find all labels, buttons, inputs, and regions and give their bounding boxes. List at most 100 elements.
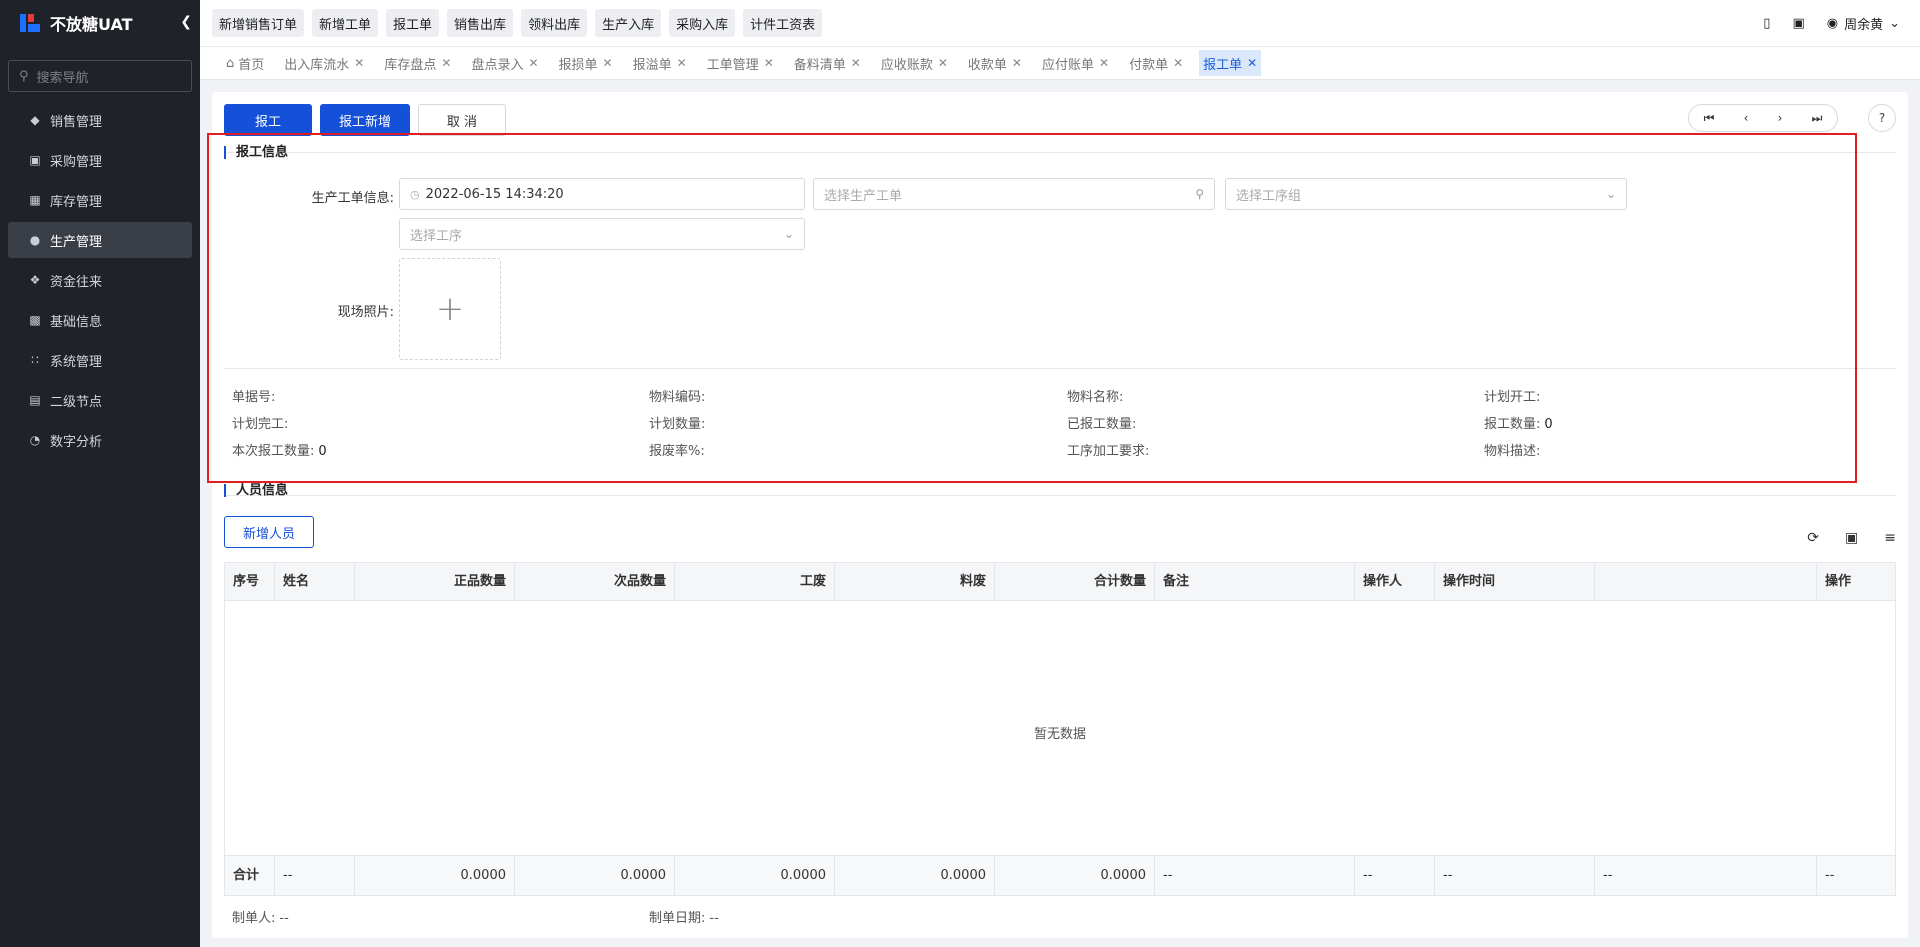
sidebar-item-production[interactable]: ● 生产管理 <box>8 222 192 258</box>
grid-icon: ▩ <box>29 313 41 327</box>
prev-record-icon[interactable]: ‹ <box>1744 111 1749 125</box>
table-totals-row: 合计 -- 0.0000 0.0000 0.0000 0.0000 0.0000… <box>225 855 1895 896</box>
info-current-report-qty: 本次报工数量: 0 <box>232 444 327 459</box>
datetime-field[interactable]: ◷ 2022-06-15 14:34:20 <box>399 178 805 210</box>
datetime-value: 2022-06-15 14:34:20 <box>425 186 564 202</box>
total-operator: -- <box>1355 856 1435 896</box>
close-icon[interactable]: ✕ <box>1012 56 1022 70</box>
sidebar-item-inventory[interactable]: ▦ 库存管理 <box>8 182 192 218</box>
report-button[interactable]: 报工 <box>224 104 312 136</box>
close-icon[interactable]: ✕ <box>1173 56 1183 70</box>
quick-link-new-work-order[interactable]: 新增工单 <box>312 9 379 37</box>
sidebar-item-system[interactable]: ∷ 系统管理 <box>8 342 192 378</box>
refresh-icon[interactable]: ⟳ <box>1807 530 1819 546</box>
divider <box>224 152 1896 153</box>
tab-receivables[interactable]: 应收账款 ✕ <box>877 50 952 76</box>
tab-loss-report[interactable]: 报损单 ✕ <box>555 50 617 76</box>
sidebar-item-funds[interactable]: ❖ 资金往来 <box>8 262 192 298</box>
tab-stock-flow[interactable]: 出入库流水 ✕ <box>280 50 368 76</box>
fullscreen-icon[interactable]: ▣ <box>1845 530 1858 546</box>
sidebar-item-purchase[interactable]: ▣ 采购管理 <box>8 142 192 178</box>
total-sum-qty: 0.0000 <box>995 856 1155 896</box>
info-scrap-rate: 报废率%: <box>649 444 705 459</box>
sidebar-item-analytics[interactable]: ◔ 数字分析 <box>8 422 192 458</box>
close-icon[interactable]: ✕ <box>938 56 948 70</box>
nav-search-input[interactable]: ⚲ 搜索导航 <box>8 60 192 92</box>
close-icon[interactable]: ✕ <box>1099 56 1109 70</box>
tab-label: 首页 <box>238 57 265 73</box>
tab-payment[interactable]: 付款单 ✕ <box>1125 50 1187 76</box>
mobile-icon[interactable]: ▯ <box>1763 16 1770 31</box>
tab-material-list[interactable]: 备料清单 ✕ <box>790 50 865 76</box>
process-placeholder: 选择工序 <box>410 228 463 244</box>
plus-icon: + <box>435 289 465 329</box>
creator-info: 制单人: -- <box>232 911 289 926</box>
sidebar-item-sales[interactable]: ◆ 销售管理 <box>8 102 192 138</box>
col-work-scrap: 工废 <box>675 563 835 601</box>
close-icon[interactable]: ✕ <box>528 56 538 70</box>
quick-link-sales-outbound[interactable]: 销售出库 <box>447 9 514 37</box>
info-planned-start: 计划开工: <box>1484 390 1541 405</box>
close-icon[interactable]: ✕ <box>764 56 774 70</box>
column-settings-icon[interactable]: ≡ <box>1884 530 1896 546</box>
tab-label: 付款单 <box>1129 57 1169 73</box>
tab-receipt[interactable]: 收款单 ✕ <box>964 50 1026 76</box>
tab-payables[interactable]: 应付账单 ✕ <box>1038 50 1113 76</box>
close-icon[interactable]: ✕ <box>354 56 364 70</box>
screen-icon[interactable]: ▣ <box>1792 16 1804 31</box>
brand-logo-icon <box>20 12 42 34</box>
add-personnel-button[interactable]: 新增人员 <box>224 516 314 548</box>
last-record-icon[interactable]: ⏭ <box>1812 111 1823 126</box>
close-icon[interactable]: ✕ <box>603 56 613 70</box>
report-new-button[interactable]: 报工新增 <box>320 104 410 136</box>
total-action: -- <box>1825 868 1835 883</box>
tab-work-report[interactable]: 报工单 ✕ <box>1199 50 1262 76</box>
tab-label: 盘点录入 <box>471 57 524 73</box>
tab-stock-count[interactable]: 库存盘点 ✕ <box>380 50 455 76</box>
quick-link-piece-wage[interactable]: 计件工资表 <box>743 9 823 37</box>
tab-label: 报工单 <box>1203 57 1243 73</box>
quick-link-report-order[interactable]: 报工单 <box>386 9 440 37</box>
help-icon[interactable]: ? <box>1868 104 1896 132</box>
sidebar-item-label: 系统管理 <box>50 354 103 370</box>
user-menu[interactable]: ◉ 周余黄 ⌄ <box>1827 14 1900 33</box>
brand: 不放糖UAT ❮ <box>0 0 200 46</box>
tab-count-entry[interactable]: 盘点录入 ✕ <box>467 50 542 76</box>
col-defect-qty: 次品数量 <box>515 563 675 601</box>
cart-icon: ▣ <box>29 153 41 167</box>
tab-work-order-mgmt[interactable]: 工单管理 ✕ <box>703 50 778 76</box>
quick-link-production-inbound[interactable]: 生产入库 <box>595 9 662 37</box>
next-record-icon[interactable]: › <box>1778 111 1783 125</box>
page-tabs: ⌂ 首页 出入库流水 ✕ 库存盘点 ✕ 盘点录入 ✕ 报损单 ✕ 报溢单 ✕ 工单管理 ✕ 备… <box>200 46 1920 80</box>
close-icon[interactable]: ✕ <box>1247 56 1257 70</box>
close-icon[interactable]: ✕ <box>441 56 451 70</box>
search-icon: ⚲ <box>1195 187 1204 201</box>
col-blank <box>1595 563 1817 601</box>
process-group-select[interactable]: 选择工序组 ⌄ <box>1225 178 1627 210</box>
info-material-description: 物料描述: <box>1484 444 1541 459</box>
photo-upload[interactable]: + <box>399 258 501 360</box>
production-order-select[interactable]: 选择生产工单 ⚲ <box>813 178 1215 210</box>
col-total-qty: 合计数量 <box>995 563 1155 601</box>
close-icon[interactable]: ✕ <box>851 56 861 70</box>
sidebar-item-basic-info[interactable]: ▩ 基础信息 <box>8 302 192 338</box>
first-record-icon[interactable]: ⏮ <box>1704 111 1715 126</box>
sidebar-item-secondary-node[interactable]: ▤ 二级节点 <box>8 382 192 418</box>
quick-link-purchase-inbound[interactable]: 采购入库 <box>669 9 736 37</box>
info-planned-finish: 计划完工: <box>232 417 289 432</box>
quick-link-new-sales-order[interactable]: 新增销售订单 <box>212 9 305 37</box>
tab-home[interactable]: ⌂ 首页 <box>222 50 268 76</box>
production-order-placeholder: 选择生产工单 <box>824 188 903 204</box>
col-good-qty: 正品数量 <box>355 563 515 601</box>
collapse-sidebar-icon[interactable]: ❮ <box>180 14 192 30</box>
process-select[interactable]: 选择工序 ⌄ <box>399 218 805 250</box>
tab-overflow-report[interactable]: 报溢单 ✕ <box>629 50 691 76</box>
sidebar-item-label: 数字分析 <box>50 434 103 450</box>
quick-link-material-outbound[interactable]: 领料出库 <box>521 9 588 37</box>
sidebar-item-label: 库存管理 <box>50 194 103 210</box>
sidebar-item-label: 生产管理 <box>50 234 103 250</box>
search-icon: ⚲ <box>19 68 29 84</box>
divider <box>224 495 1896 496</box>
cancel-button[interactable]: 取 消 <box>418 104 506 136</box>
close-icon[interactable]: ✕ <box>677 56 687 70</box>
